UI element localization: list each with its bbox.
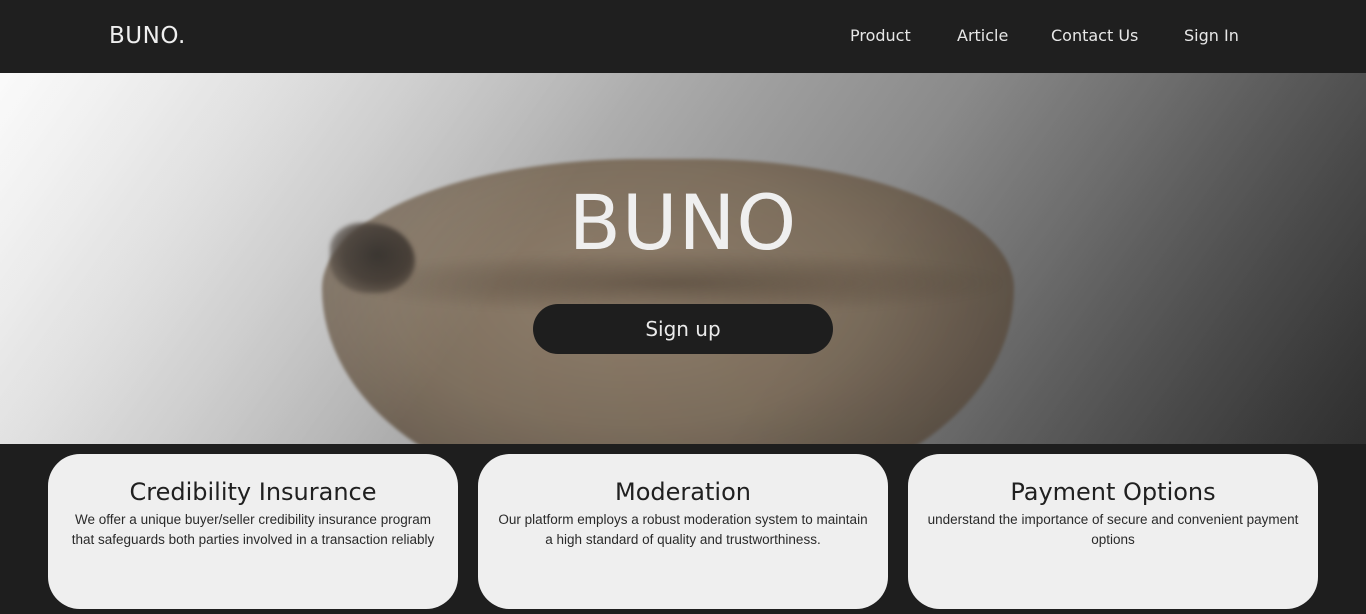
feature-card-title: Credibility Insurance (129, 478, 377, 506)
brand-logo[interactable]: BUNO. (109, 20, 186, 52)
features-section: Credibility Insurance We offer a unique … (0, 444, 1366, 614)
feature-card-text: Our platform employs a robust moderation… (498, 512, 868, 547)
feature-card-credibility-insurance: Credibility Insurance We offer a unique … (48, 454, 458, 609)
navbar: BUNO. Product Article Contact Us Sign In (0, 0, 1366, 73)
feature-card-title: Payment Options (1010, 478, 1216, 506)
nav-link-article[interactable]: Article (957, 26, 1008, 46)
feature-card-text: understand the importance of secure and … (927, 512, 1299, 547)
hero-title: BUNO (568, 178, 798, 267)
hero-section: BUNO Sign up (0, 73, 1366, 444)
signup-button[interactable]: Sign up (533, 304, 833, 354)
nav-link-product[interactable]: Product (850, 26, 911, 46)
feature-card-title: Moderation (615, 478, 751, 506)
feature-card-text: We offer a unique buyer/seller credibili… (71, 512, 435, 547)
nav-link-contact-us[interactable]: Contact Us (1051, 26, 1138, 46)
feature-card-payment-options: Payment Options understand the importanc… (908, 454, 1318, 609)
feature-card-moderation: Moderation Our platform employs a robust… (478, 454, 888, 609)
nav-link-sign-in[interactable]: Sign In (1184, 26, 1239, 46)
